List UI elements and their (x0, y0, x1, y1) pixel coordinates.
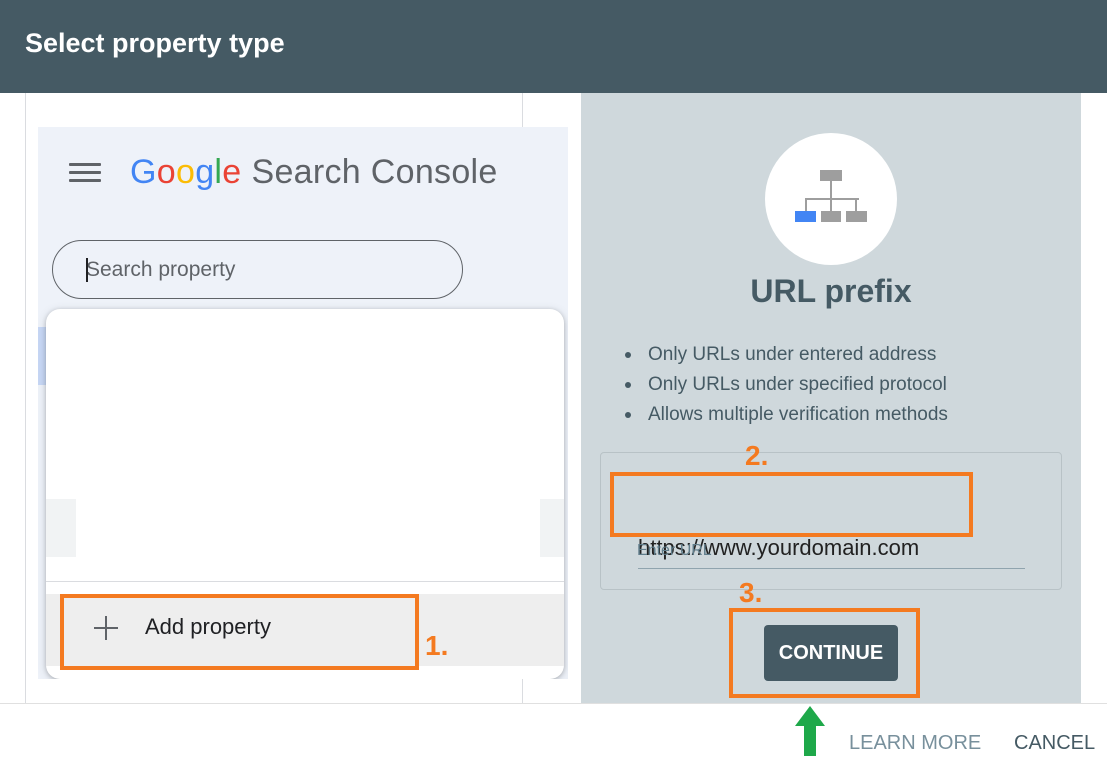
dialog-title: Select property type (25, 28, 285, 58)
google-search-console-logo: Google Search Console (130, 153, 498, 191)
annotation-step-3: 3. (739, 577, 763, 608)
annotation-step-2: 2. (745, 440, 769, 471)
sitemap-icon-circle (765, 133, 897, 265)
text-caret (86, 258, 88, 282)
footer-divider (0, 703, 1107, 704)
dropdown-item-placeholder (46, 499, 76, 557)
annotation-box-url-input (610, 472, 973, 537)
select-property-dialog: Select property type Google Search Consol… (0, 0, 1107, 767)
dialog-header: Select property type (0, 0, 1107, 93)
dropdown-divider (46, 581, 564, 582)
cancel-button[interactable]: CANCEL (1014, 732, 1095, 755)
learn-more-button[interactable]: LEARN MORE (849, 732, 981, 755)
annotation-box-add-property (60, 594, 419, 670)
feature-item: Only URLs under entered address (625, 340, 948, 370)
url-prefix-features: Only URLs under entered address Only URL… (625, 340, 948, 430)
sitemap-icon (795, 170, 867, 222)
search-property-input[interactable]: Search property (52, 240, 463, 299)
hamburger-menu-icon[interactable] (69, 163, 101, 183)
url-prefix-title: URL prefix (750, 273, 912, 309)
annotation-step-1: 1. (425, 630, 449, 661)
dropdown-item-placeholder (540, 499, 564, 557)
feature-item: Only URLs under specified protocol (625, 370, 948, 400)
annotation-box-continue (729, 608, 920, 698)
left-column-border (25, 93, 26, 703)
search-property-placeholder: Search property (86, 258, 236, 281)
feature-item: Allows multiple verification methods (625, 400, 948, 430)
url-input-label: Enter URL (637, 542, 712, 559)
up-arrow-icon (795, 706, 825, 756)
